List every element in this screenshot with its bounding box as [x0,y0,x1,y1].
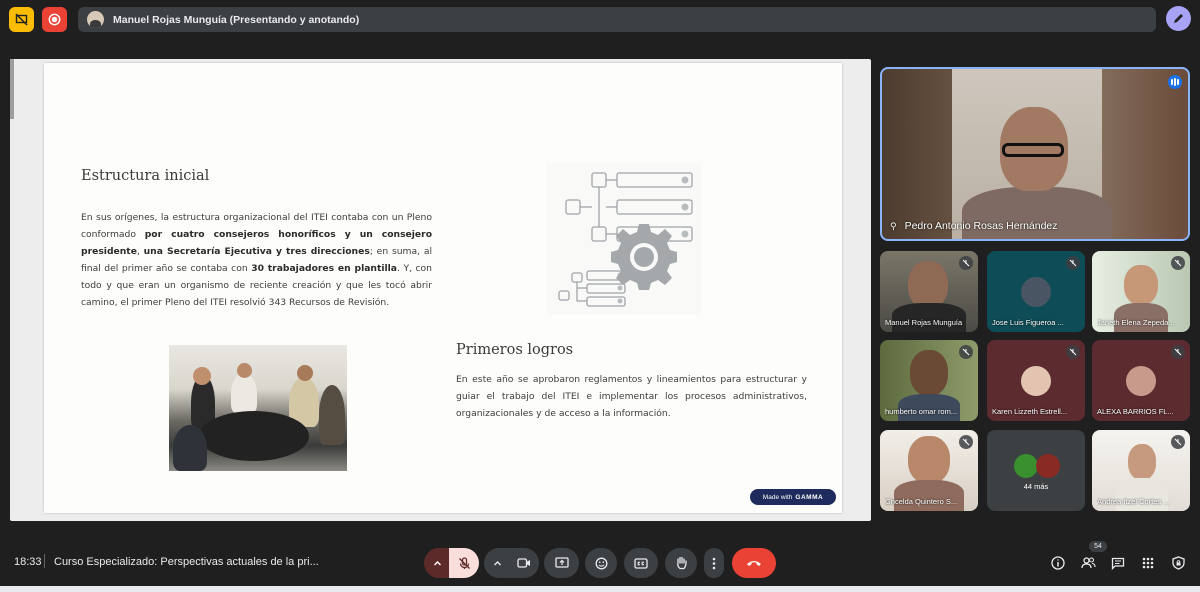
participant-tile[interactable]: Manuel Rojas Munguía [880,251,978,332]
mic-off-icon [1066,345,1080,359]
more-count: 44 más [1023,482,1049,491]
taskbar-strip [0,586,1200,592]
video-options-button[interactable] [484,548,510,578]
scroll-indicator [10,59,14,119]
info-icon [1051,556,1065,570]
participant-name: humberto omar rom... [885,407,958,416]
present-screen-button[interactable] [544,548,579,578]
emoji-icon [595,557,607,569]
badge-prefix: Made with [762,493,793,501]
presentation-off-button[interactable] [9,7,34,32]
participant-tile[interactable]: Janeth Elena Zepeda... [1092,251,1190,332]
participant-tile[interactable]: humberto omar rom... [880,340,978,421]
participant-tile[interactable]: ALEXA BARRIOS FL... [1092,340,1190,421]
present-screen-icon [554,557,569,568]
host-controls-button[interactable] [1168,553,1188,573]
camera-icon [517,558,530,568]
camera-toggle-button[interactable] [509,548,539,578]
participant-name: Gricelda Quintero S... [885,497,958,506]
gamma-logo: GAMMA [795,493,824,501]
audio-options-button[interactable] [424,548,450,578]
participant-tile[interactable]: Gricelda Quintero S... [880,430,978,511]
shield-lock-icon [1171,556,1185,570]
activities-button[interactable] [1138,553,1158,573]
more-vert-icon [712,557,716,569]
participant-name: Manuel Rojas Munguía [885,318,963,327]
org-structure-illustration [547,163,702,315]
mic-off-icon [1171,345,1185,359]
participant-tile[interactable]: Andrea Itzel Cortes ... [1092,430,1190,511]
leave-call-button[interactable] [732,548,776,578]
chevron-up-icon [433,560,441,565]
mic-off-icon [1171,256,1185,270]
chat-button[interactable] [1108,553,1128,573]
mic-off-icon [1171,435,1185,449]
mic-off-icon [959,345,973,359]
microphone-toggle-button[interactable] [449,548,479,578]
presentation-slide: Estructura inicial En sus orígenes, la e… [44,63,842,513]
presenter-avatar [87,11,104,28]
mic-off-icon [959,435,973,449]
reactions-button[interactable] [585,548,617,578]
participant-name: ALEXA BARRIOS FL... [1097,407,1174,416]
presenter-banner: Manuel Rojas Munguía (Presentando y anot… [78,7,1156,32]
hand-icon [676,556,687,570]
meeting-title: Curso Especializado: Perspectivas actual… [54,556,319,568]
avatar [1021,277,1051,307]
participant-tile[interactable]: Jose Luis Figueroa ... [987,251,1085,332]
top-bar: Manuel Rojas Munguía (Presentando y anot… [0,0,1200,38]
section-text-logros: En este año se aprobaron reglamentos y l… [456,374,807,419]
raise-hand-button[interactable] [665,548,697,578]
captions-icon [634,557,648,569]
record-icon [48,13,61,26]
mic-off-icon [959,256,973,270]
avatar [1021,366,1051,396]
section-title-estructura: Estructura inicial [81,168,210,184]
mic-off-icon [458,556,470,569]
participant-name: Jose Luis Figueroa ... [992,318,1064,327]
recording-button[interactable] [42,7,67,32]
presentation-off-icon [15,13,28,26]
chat-icon [1111,557,1125,570]
apps-icon [1142,557,1154,569]
pen-icon [1174,14,1183,23]
participant-name: Pedro Antonio Rosas Hernández [904,220,1058,232]
chevron-up-icon [493,560,501,565]
more-options-button[interactable] [704,548,724,578]
participant-name: Andrea Itzel Cortes ... [1097,497,1170,506]
end-call-icon [747,561,761,566]
avatar [1126,366,1156,396]
participant-name: Janeth Elena Zepeda... [1097,318,1175,327]
meeting-photo [169,345,347,471]
participant-count-badge: 54 [1089,541,1107,552]
clock: 18:33 [14,556,42,568]
meeting-details-button[interactable] [1048,553,1068,573]
more-participants-tile[interactable]: 44 más [987,430,1085,511]
pin-icon: ⚲ [890,220,897,231]
mic-off-icon [1066,256,1080,270]
participant-tile[interactable]: Karen Lizzeth Estrell... [987,340,1085,421]
speaking-indicator-icon [1168,75,1182,89]
presenter-label: Manuel Rojas Munguía (Presentando y anot… [113,13,360,26]
people-button[interactable] [1078,553,1098,573]
main-participant-tile[interactable]: ⚲ Pedro Antonio Rosas Hernández [880,67,1190,241]
captions-button[interactable] [624,548,658,578]
divider [44,554,45,568]
section-title-logros: Primeros logros [456,342,574,358]
annotate-button[interactable] [1166,6,1191,31]
people-icon [1080,557,1096,569]
made-with-gamma-badge[interactable]: Made with GAMMA [750,489,836,505]
section-text-estructura: En sus orígenes, la estructura organizac… [81,212,433,308]
participant-name: Karen Lizzeth Estrell... [992,407,1068,416]
call-controls-bar: 18:33 Curso Especializado: Perspectivas … [0,540,1200,586]
